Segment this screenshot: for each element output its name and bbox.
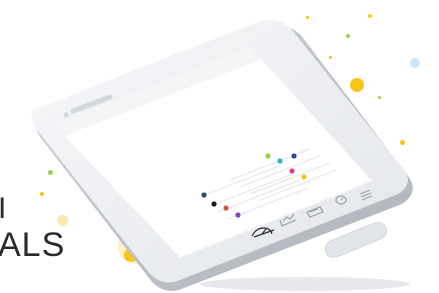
- slider-knob[interactable]: [201, 192, 207, 198]
- slider-knob[interactable]: [301, 174, 307, 180]
- slider-knob[interactable]: [223, 205, 229, 211]
- phone-illustration: [31, 19, 413, 291]
- phone-camera: [63, 112, 69, 118]
- slider-knob[interactable]: [277, 158, 283, 164]
- slider-knob[interactable]: [289, 168, 295, 174]
- slider-knob[interactable]: [235, 212, 241, 218]
- slider-knob[interactable]: [265, 153, 271, 159]
- phone-shadow: [200, 277, 410, 291]
- slider-knob[interactable]: [291, 153, 297, 159]
- slider-knob[interactable]: [211, 201, 217, 207]
